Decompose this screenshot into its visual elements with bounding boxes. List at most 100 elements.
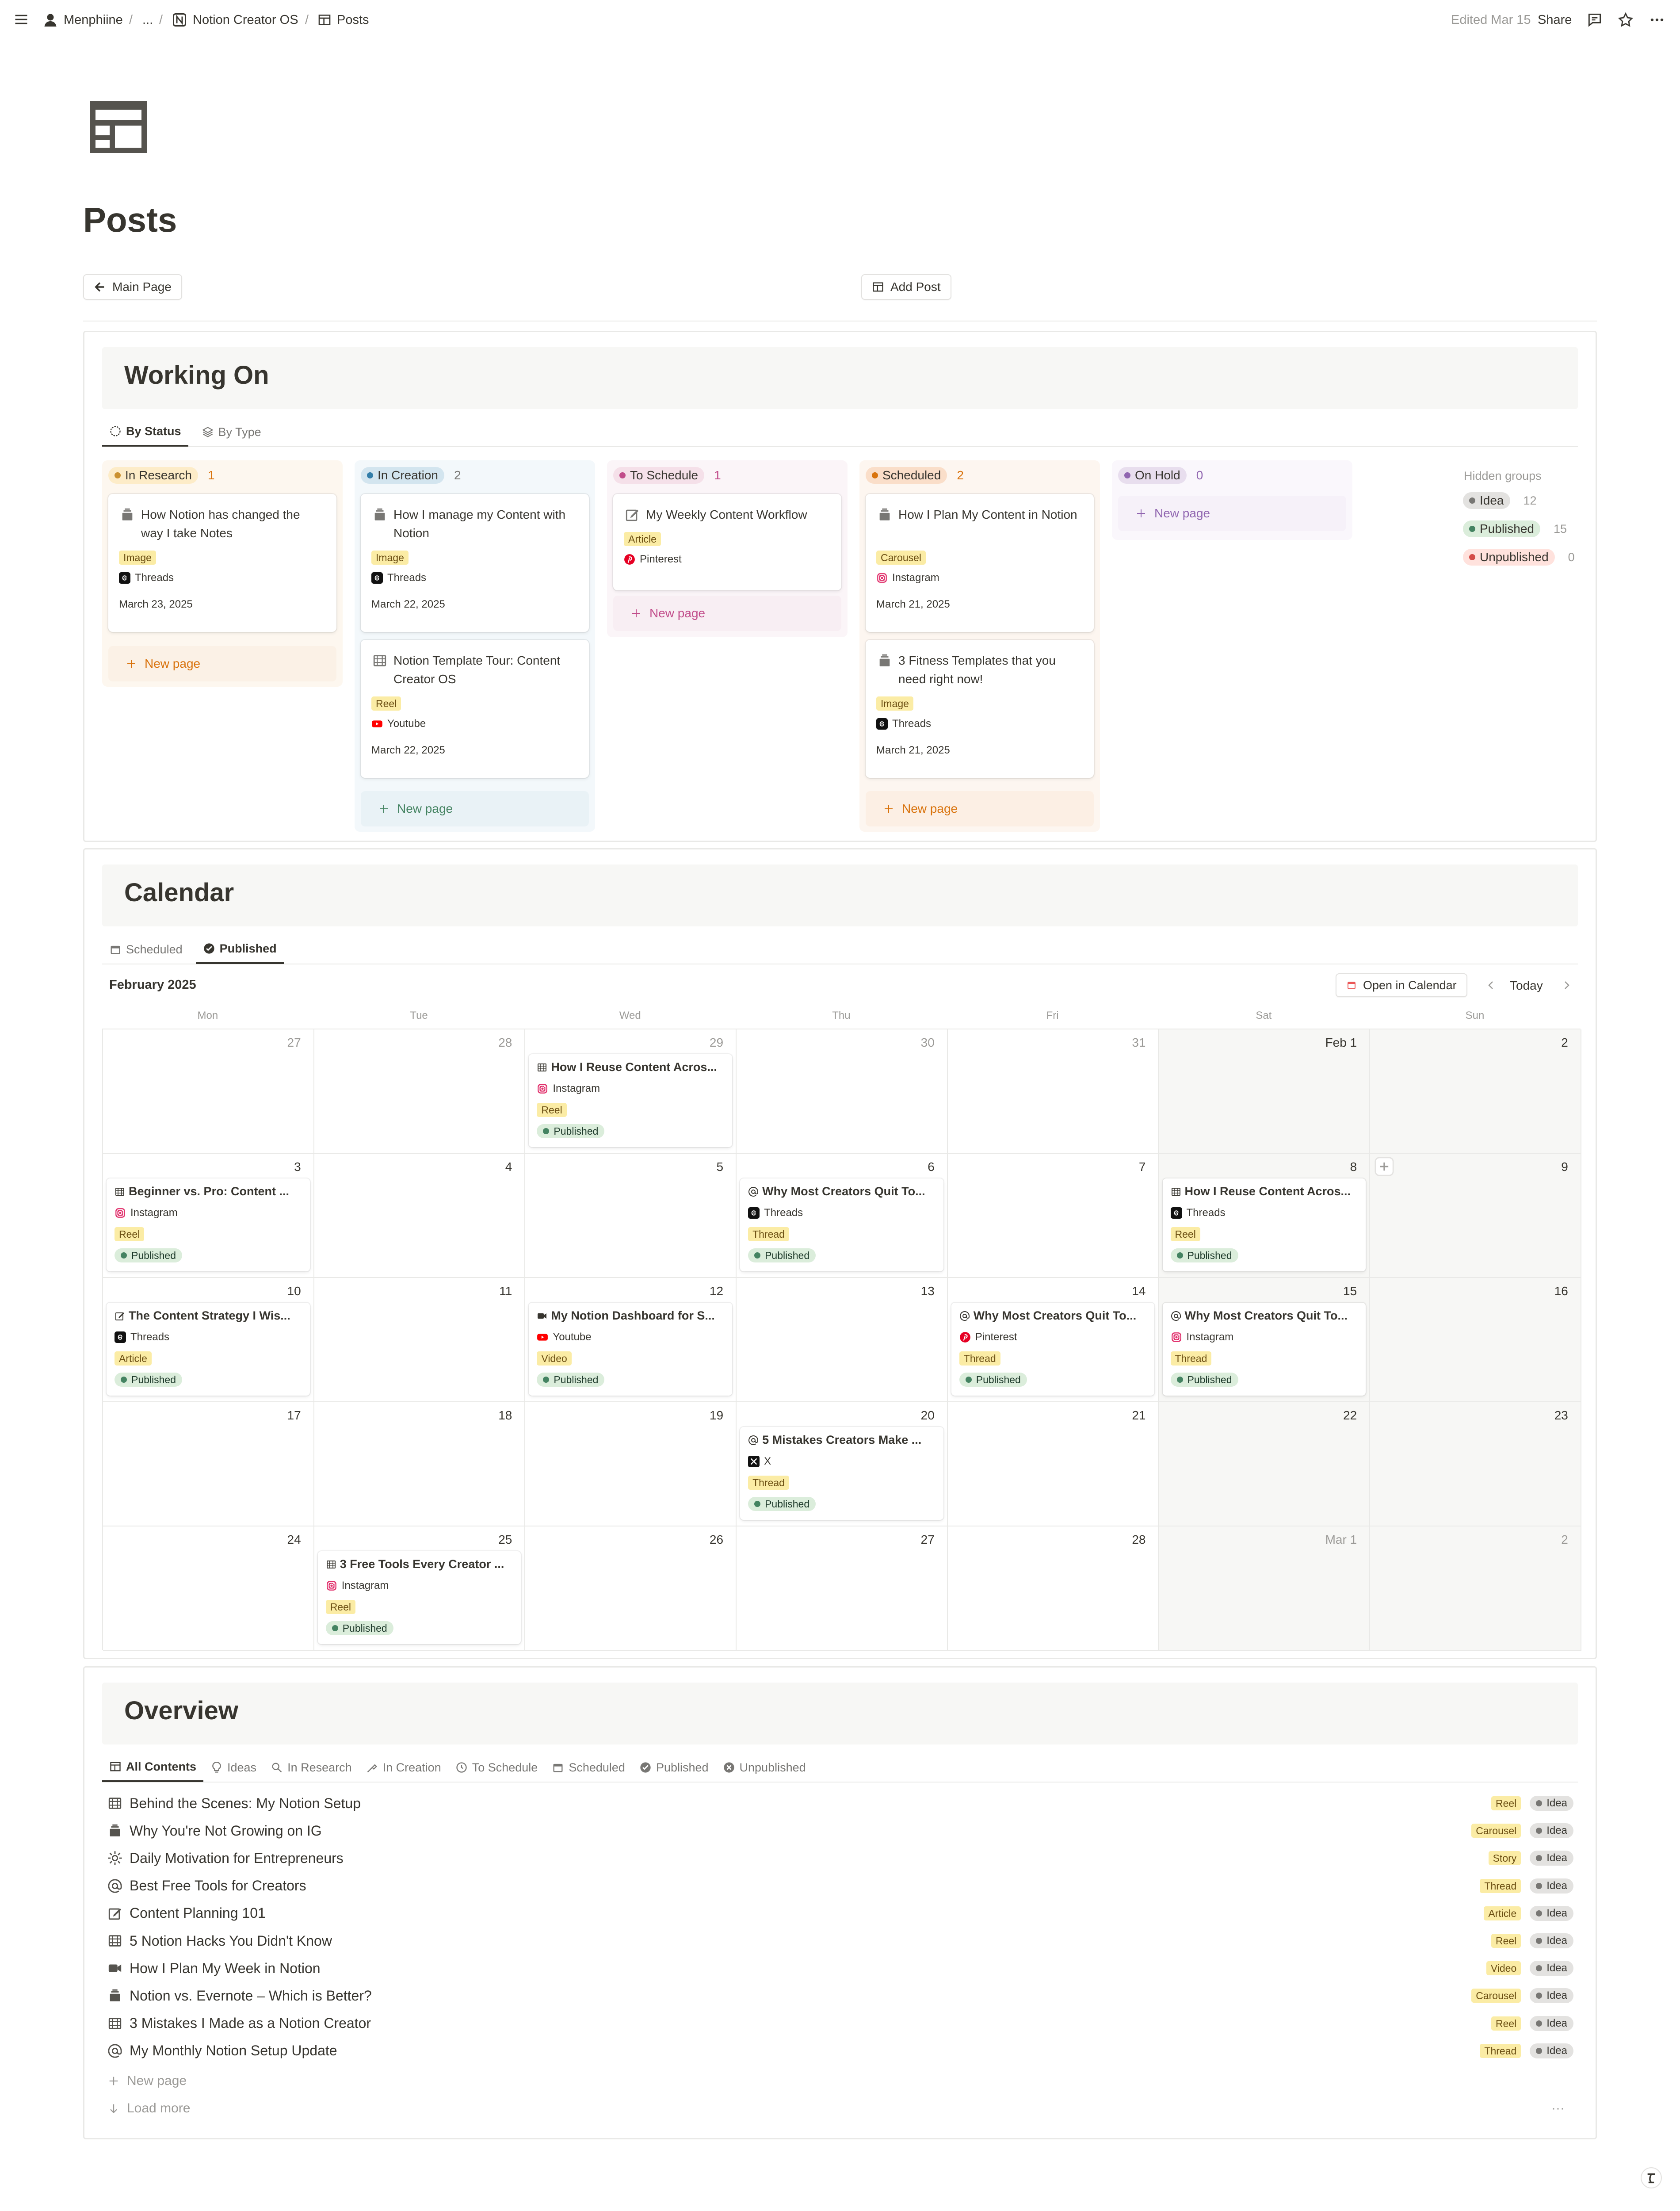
calendar-day[interactable]: 16 (1370, 1278, 1581, 1402)
new-page-button[interactable]: New page (1118, 496, 1346, 531)
list-item[interactable]: Behind the Scenes: My Notion Setup Reel Id… (107, 1790, 1573, 1817)
new-page-button[interactable]: New page (361, 791, 589, 826)
list-item[interactable]: Content Planning 101 Article Idea (107, 1900, 1573, 1927)
load-more-button[interactable]: Load more (107, 2101, 190, 2116)
calendar-day[interactable]: Feb 1 (1159, 1029, 1371, 1154)
calendar-day[interactable]: 24 (103, 1526, 314, 1651)
calendar-day[interactable]: 3 Beginner vs. Pro: Content ... Instagram R… (103, 1154, 314, 1278)
calendar-event[interactable]: My Notion Dashboard for S... Youtube Video… (529, 1303, 733, 1396)
today-button[interactable]: Today (1510, 979, 1543, 993)
calendar-day[interactable]: 27 (103, 1029, 314, 1154)
calendar-day[interactable]: 21 (947, 1402, 1159, 1526)
new-page-button[interactable]: New page (613, 596, 841, 631)
calendar-event[interactable]: 5 Mistakes Creators Make ... X Thread Publi… (740, 1427, 943, 1520)
open-in-calendar-button[interactable]: Open in Calendar (1336, 973, 1467, 997)
tab-in-creation[interactable]: In Creation (359, 1753, 448, 1782)
calendar-day[interactable]: 18 (314, 1402, 526, 1526)
hidden-group[interactable]: Idea 12 (1463, 492, 1537, 509)
calendar-day[interactable]: 27 (737, 1526, 948, 1651)
calendar-day[interactable]: 4 (314, 1154, 526, 1278)
calendar-event[interactable]: Beginner vs. Pro: Content ... Instagram Re… (107, 1178, 310, 1271)
tab-by-status[interactable]: By Status (102, 417, 188, 447)
calendar-event[interactable]: The Content Strategy I Wis... Threads Arti… (107, 1303, 310, 1396)
tab-published[interactable]: Published (195, 935, 284, 964)
list-item[interactable]: How I Plan My Week in Notion Video Idea (107, 1955, 1573, 1982)
calendar-day[interactable]: 23 (1370, 1402, 1581, 1526)
add-icon[interactable] (1375, 1157, 1394, 1176)
calendar-day[interactable]: 22 (1159, 1402, 1371, 1526)
board-card[interactable]: How I Plan My Content in Notion Carousel I… (866, 494, 1094, 632)
menu-icon[interactable] (13, 11, 29, 27)
main-page-button[interactable]: Main Page (83, 274, 182, 300)
board-card[interactable]: How I manage my Content with Notion Image… (361, 494, 589, 632)
page-icon[interactable] (90, 101, 147, 153)
list-item[interactable]: 3 Mistakes I Made as a Notion Creator Ree… (107, 2010, 1573, 2037)
calendar-day[interactable]: 11 (314, 1278, 526, 1402)
calendar-day[interactable]: 6 Why Most Creators Quit To... Threads Thre… (737, 1154, 948, 1278)
calendar-day[interactable]: 15 Why Most Creators Quit To... Instagram T… (1159, 1278, 1371, 1402)
tab-unpublished[interactable]: Unpublished (716, 1753, 813, 1782)
tab-by-type[interactable]: By Type (195, 417, 268, 447)
breadcrumb-posts[interactable]: Posts (317, 11, 369, 29)
list-item[interactable]: 5 Notion Hacks You Didn't Know Reel Idea (107, 1927, 1573, 1955)
tab-ideas[interactable]: Ideas (203, 1753, 263, 1782)
calendar-day[interactable]: 10 The Content Strategy I Wis... Threads Ar… (103, 1278, 314, 1402)
board-card[interactable]: How Notion has changed the way I take No… (108, 494, 336, 632)
new-page-button[interactable]: New page (866, 791, 1094, 826)
tab-to-schedule[interactable]: To Schedule (448, 1753, 545, 1782)
list-item[interactable]: Why You're Not Growing on IG Carousel Idea (107, 1817, 1573, 1844)
calendar-day[interactable]: 8 How I Reuse Content Acros... Threads Reel… (1159, 1154, 1371, 1278)
list-item[interactable]: Best Free Tools for Creators Thread Idea (107, 1872, 1573, 1900)
list-item[interactable]: My Monthly Notion Setup Update Thread Idea (107, 2037, 1573, 2065)
calendar-event[interactable]: 3 Free Tools Every Creator ... Instagram R… (317, 1551, 521, 1644)
calendar-event[interactable]: How I Reuse Content Acros... Instagram Ree… (529, 1054, 733, 1147)
list-item[interactable]: Daily Motivation for Entrepreneurs Story I… (107, 1844, 1573, 1872)
tab-in-research[interactable]: In Research (263, 1753, 359, 1782)
calendar-day[interactable]: 13 (737, 1278, 948, 1402)
calendar-day[interactable]: 26 (525, 1526, 737, 1651)
calendar-day[interactable]: 2 (1370, 1526, 1581, 1651)
new-page-button[interactable]: New page (108, 646, 336, 681)
column-header[interactable]: In Creation 2 (361, 467, 461, 484)
list-item[interactable]: Notion vs. Evernote – Which is Better? Ca… (107, 1982, 1573, 2009)
hidden-group[interactable]: Published 15 (1463, 520, 1567, 537)
breadcrumb-notion-creator-os[interactable]: Notion Creator OS (172, 11, 298, 29)
calendar-day[interactable]: Mar 1 (1159, 1526, 1371, 1651)
tab-all-contents[interactable]: All Contents (102, 1753, 203, 1782)
calendar-day[interactable]: 19 (525, 1402, 737, 1526)
hidden-group[interactable]: Unpublished 0 (1463, 549, 1575, 566)
more-options-button[interactable]: ··· (1551, 2101, 1565, 2116)
calendar-day[interactable]: 28 (314, 1029, 526, 1154)
calendar-event[interactable]: How I Reuse Content Acros... Threads Reel P… (1162, 1178, 1366, 1271)
board-card[interactable]: Notion Template Tour: Content Creator OS… (361, 640, 589, 778)
calendar-day[interactable]: 29 How I Reuse Content Acros... Instagram R… (525, 1029, 737, 1154)
calendar-event[interactable]: Why Most Creators Quit To... Pinterest Thr… (951, 1303, 1155, 1396)
new-page-button[interactable]: New page (107, 2073, 187, 2089)
calendar-day[interactable]: 28 (947, 1526, 1159, 1651)
column-header[interactable]: Scheduled 2 (866, 467, 964, 484)
board-card[interactable]: My Weekly Content Workflow Article Pintere… (613, 494, 841, 590)
tab-scheduled[interactable]: Scheduled (545, 1753, 632, 1782)
add-post-button[interactable]: Add Post (861, 274, 951, 300)
chevron-left-icon[interactable] (1486, 979, 1497, 992)
tab-scheduled[interactable]: Scheduled (102, 935, 190, 964)
comment-icon[interactable] (1586, 11, 1603, 28)
tab-published[interactable]: Published (632, 1753, 716, 1782)
board-card[interactable]: 3 Fitness Templates that you need right … (866, 640, 1094, 778)
calendar-day[interactable]: 12 My Notion Dashboard for S... Youtube Vid… (525, 1278, 737, 1402)
calendar-day[interactable]: 30 (737, 1029, 948, 1154)
column-header[interactable]: On Hold 0 (1118, 467, 1203, 484)
calendar-day[interactable]: 14 Why Most Creators Quit To... Pinterest T… (947, 1278, 1159, 1402)
calendar-day[interactable]: 17 (103, 1402, 314, 1526)
share-button[interactable]: Share (1538, 11, 1572, 29)
column-header[interactable]: To Schedule 1 (613, 467, 721, 484)
calendar-day[interactable]: 2 (1370, 1029, 1581, 1154)
star-icon[interactable] (1617, 11, 1634, 28)
calendar-day[interactable]: 31 (947, 1029, 1159, 1154)
calendar-day[interactable]: 9 (1370, 1154, 1581, 1278)
breadcrumb-workspace[interactable]: Menphiine (42, 11, 123, 29)
calendar-day[interactable]: 5 (525, 1154, 737, 1278)
calendar-day[interactable]: 25 3 Free Tools Every Creator ... Instagra… (314, 1526, 526, 1651)
calendar-day[interactable]: 7 (947, 1154, 1159, 1278)
chevron-right-icon[interactable] (1561, 979, 1572, 992)
